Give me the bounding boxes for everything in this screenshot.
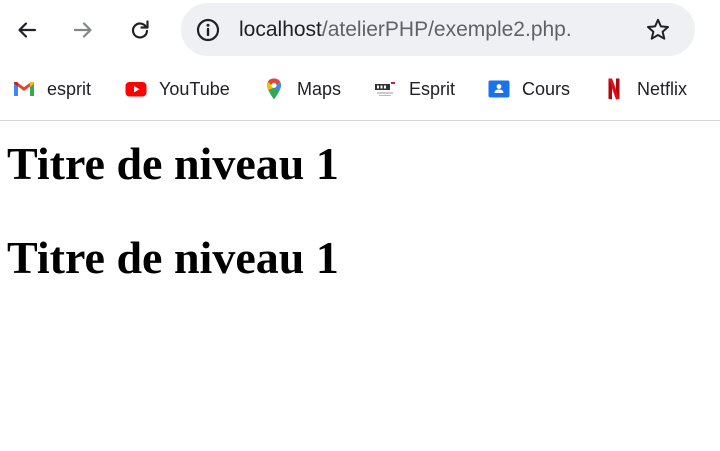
bookmark-youtube[interactable]: YouTube <box>124 64 230 114</box>
bookmark-star-icon[interactable] <box>645 17 671 43</box>
url-text[interactable]: localhost/atelierPHP/exemple2.php. <box>239 3 572 56</box>
url-path: /atelierPHP/exemple2.php. <box>321 18 572 41</box>
back-button[interactable] <box>9 12 45 48</box>
reload-icon <box>131 20 149 39</box>
page-content: Titre de niveau 1 Titre de niveau 1 <box>0 121 720 451</box>
heading-level-1: Titre de niveau 1 <box>7 232 339 283</box>
gmail-icon <box>12 77 36 101</box>
url-host: localhost <box>239 18 322 41</box>
bookmark-label: esprit <box>47 78 92 99</box>
browser-toolbar: localhost/atelierPHP/exemple2.php. <box>0 0 720 64</box>
bookmark-cours[interactable]: Cours <box>487 64 570 114</box>
bookmark-esprit-mail[interactable]: esprit <box>12 64 91 114</box>
forward-button[interactable] <box>65 12 101 48</box>
site-info-icon[interactable] <box>195 17 221 43</box>
heading-level-1: Titre de niveau 1 <box>7 138 339 189</box>
bookmark-label: Cours <box>522 78 571 99</box>
bookmark-label: YouTube <box>159 78 230 99</box>
esprit-logo-icon <box>374 77 398 101</box>
address-bar[interactable]: localhost/atelierPHP/exemple2.php. <box>181 3 695 56</box>
bookmark-netflix[interactable]: Netflix <box>602 64 687 114</box>
bookmark-label: Netflix <box>637 78 688 99</box>
maps-icon <box>262 77 286 101</box>
netflix-icon <box>602 77 626 101</box>
forward-arrow-icon <box>73 22 92 38</box>
bookmark-maps[interactable]: Maps <box>262 64 341 114</box>
reload-button[interactable] <box>122 12 158 48</box>
bookmark-label: Esprit <box>409 78 456 99</box>
bookmarks-bar: esprit YouTube Maps Esprit Cours Netflix <box>0 64 720 120</box>
classroom-icon <box>487 77 511 101</box>
bookmark-esprit[interactable]: Esprit <box>374 64 455 114</box>
youtube-icon <box>124 77 148 101</box>
back-arrow-icon <box>18 22 37 38</box>
bookmark-label: Maps <box>297 78 342 99</box>
